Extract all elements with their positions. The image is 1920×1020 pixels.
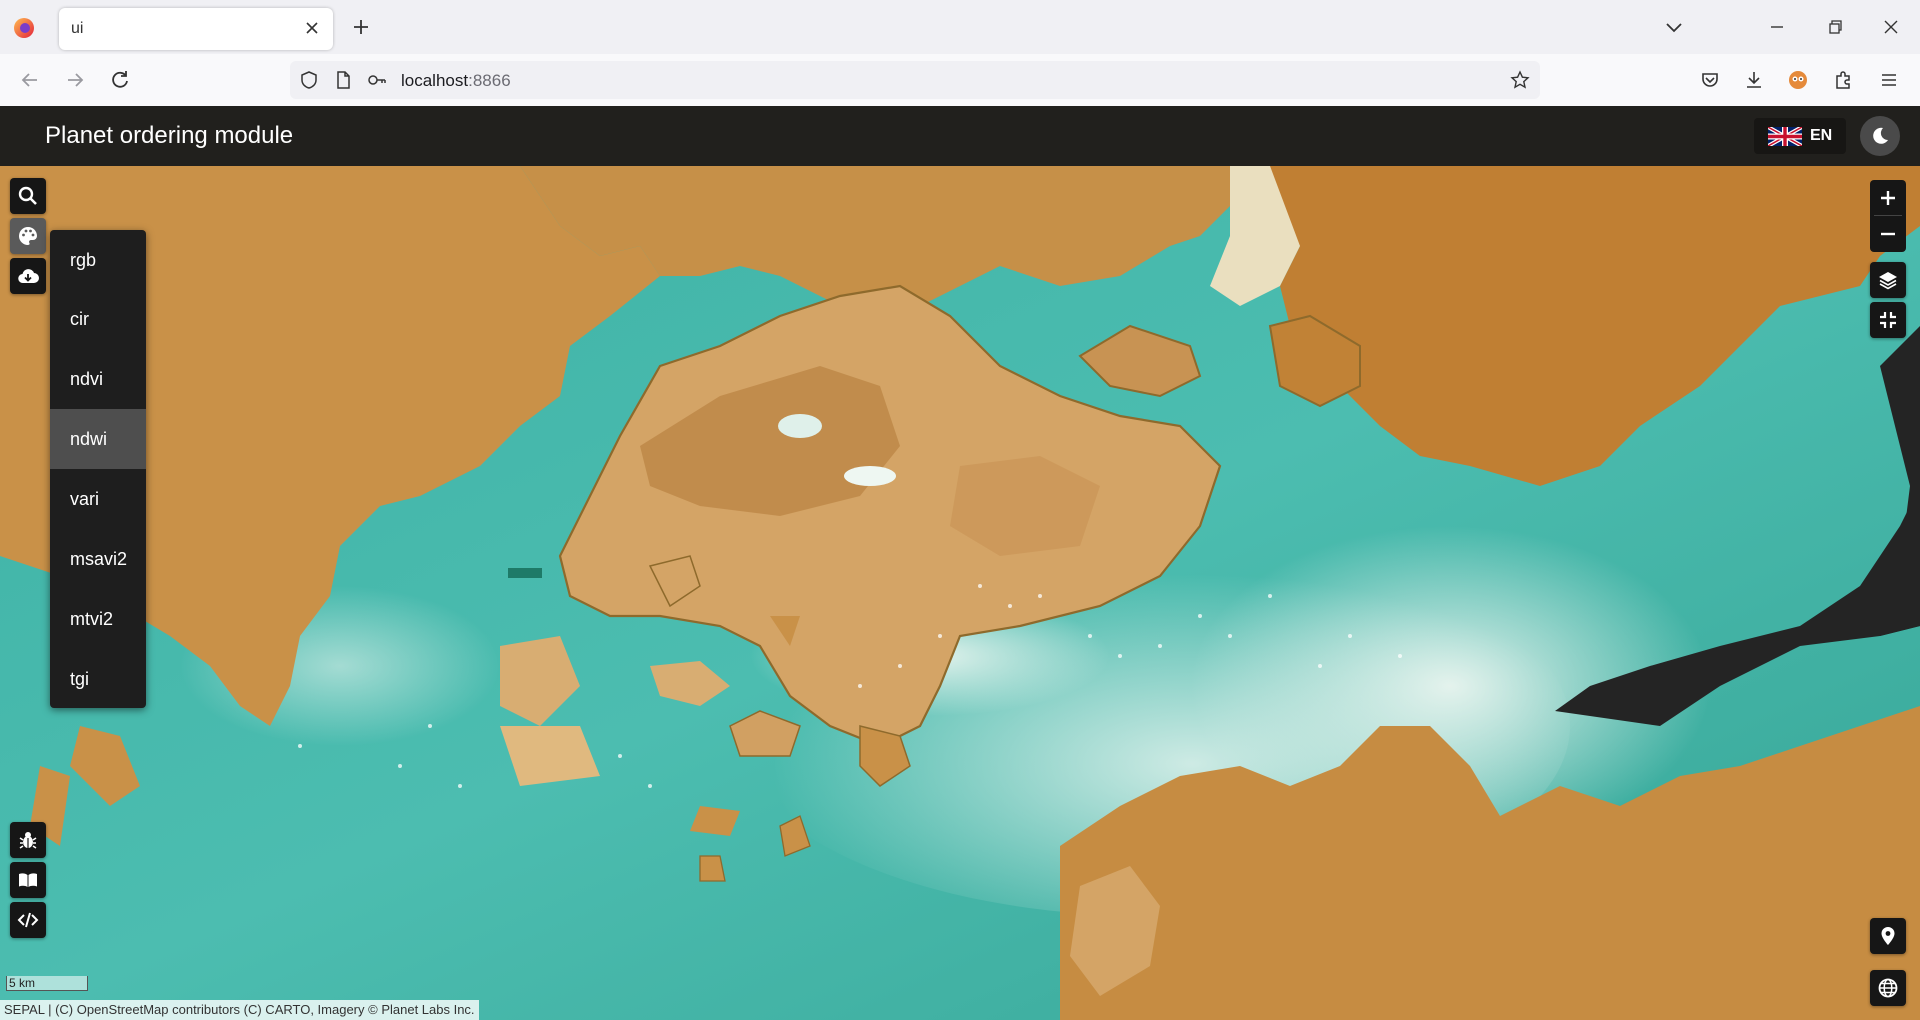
scale-bar: 5 km [6,976,88,991]
search-icon [18,186,37,205]
zoom-in-button[interactable] [1870,180,1906,216]
palette-icon [19,227,37,245]
uk-flag-icon [1768,127,1802,146]
download-icon[interactable] [1741,67,1767,93]
bug-report-button[interactable] [10,822,46,858]
viz-item-cir[interactable]: cir [50,289,146,349]
theme-toggle-button[interactable] [1860,116,1900,156]
zoom-out-button[interactable] [1870,216,1906,252]
tab-title: ui [71,20,84,37]
chevron-down-icon[interactable] [1661,14,1687,40]
viz-item-ndwi[interactable]: ndwi [50,409,146,469]
forward-arrow-icon[interactable] [62,67,88,93]
source-code-button[interactable] [10,902,46,938]
browser-tab-bar: ui [0,0,1920,54]
app-header: Planet ordering module EN [0,106,1920,166]
search-button[interactable] [10,178,46,214]
key-icon[interactable] [366,69,388,91]
location-pin-icon [1881,927,1895,945]
url-host: localhost [401,71,469,90]
extensions-icon[interactable] [1830,67,1856,93]
map-view[interactable]: rgb cir ndvi ndwi vari msavi2 mtvi2 tgi [0,166,1920,1020]
zoom-out-icon [1881,232,1895,236]
bookmark-star-icon[interactable] [1509,69,1531,91]
map-attribution: SEPAL | (C) OpenStreetMap contributors (… [0,1000,479,1020]
firefox-logo-icon [14,18,34,38]
zoom-control [1870,180,1906,252]
hamburger-menu-icon[interactable] [1876,67,1902,93]
globe-icon [1878,978,1898,998]
url-port: :8866 [468,71,511,90]
code-icon [17,912,39,928]
layers-icon [1879,272,1897,290]
viz-item-ndvi[interactable]: ndvi [50,349,146,409]
visualization-menu: rgb cir ndvi ndwi vari msavi2 mtvi2 tgi [50,230,146,708]
scale-label: 5 km [9,976,36,990]
url-bar[interactable]: localhost:8866 [290,61,1540,99]
language-selector-button[interactable]: EN [1754,118,1846,154]
minimize-icon[interactable] [1764,14,1790,40]
app-title: Planet ordering module [45,122,294,149]
bug-icon [19,832,37,849]
fullscreen-exit-button[interactable] [1870,302,1906,338]
fullscreen-exit-icon [1880,312,1896,328]
documentation-button[interactable] [10,862,46,898]
close-tab-icon[interactable] [301,17,323,39]
url-text[interactable]: localhost:8866 [401,71,511,91]
visualization-button[interactable] [10,218,46,254]
restore-icon[interactable] [1822,14,1848,40]
viz-item-mtvi2[interactable]: mtvi2 [50,589,146,649]
layers-button[interactable] [1870,262,1906,298]
location-button[interactable] [1870,918,1906,954]
moon-icon [1873,127,1888,144]
language-label: EN [1810,127,1833,144]
basemap-button[interactable] [1870,970,1906,1006]
viz-item-rgb[interactable]: rgb [50,230,146,290]
close-window-icon[interactable] [1878,14,1904,40]
browser-nav-bar: localhost:8866 [0,54,1920,107]
shield-icon[interactable] [298,69,320,91]
page-icon[interactable] [332,69,354,91]
cloud-download-icon [18,269,39,284]
zoom-in-icon [1881,191,1895,205]
viz-item-msavi2[interactable]: msavi2 [50,529,146,589]
viz-item-vari[interactable]: vari [50,469,146,529]
account-avatar-icon[interactable] [1785,67,1811,93]
satellite-ndwi-imagery [0,166,1920,1020]
new-tab-icon[interactable] [348,14,374,40]
reload-icon[interactable] [107,67,133,93]
pocket-icon[interactable] [1697,67,1723,93]
book-icon [19,873,37,887]
viz-item-tgi[interactable]: tgi [50,649,146,709]
back-arrow-icon[interactable] [17,67,43,93]
order-download-button[interactable] [10,258,46,294]
browser-tab[interactable]: ui [59,8,333,50]
